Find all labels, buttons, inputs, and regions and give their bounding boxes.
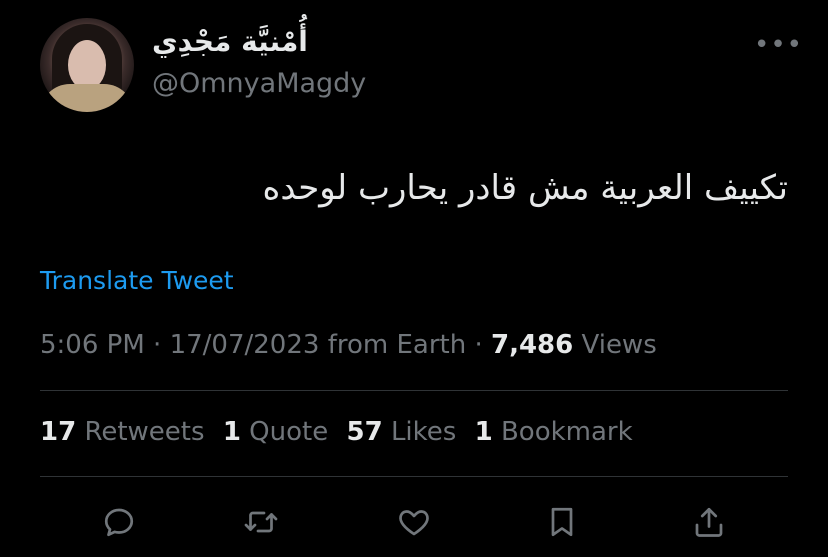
- share-icon: [695, 507, 723, 537]
- tweet-source: from Earth: [327, 330, 467, 360]
- bookmarks-count: 1: [474, 417, 493, 447]
- tweet-time[interactable]: 5:06 PM: [40, 330, 145, 360]
- like-button[interactable]: [392, 500, 436, 544]
- retweet-button[interactable]: [239, 500, 283, 544]
- quotes-label: Quote: [249, 417, 329, 447]
- divider: [40, 390, 788, 391]
- user-handle[interactable]: @OmnyaMagdy: [152, 70, 366, 97]
- quotes-count: 1: [222, 417, 241, 447]
- avatar-face: [68, 40, 106, 90]
- reply-button[interactable]: [97, 500, 141, 544]
- bookmarks-stat[interactable]: 1 Bookmark: [475, 417, 633, 447]
- bookmark-button[interactable]: [540, 500, 584, 544]
- avatar[interactable]: [40, 18, 134, 112]
- tweet-stats: 17 Retweets 1 Quote 57 Likes 1 Bookmark: [40, 419, 643, 445]
- action-bar: [0, 500, 828, 544]
- translate-tweet-link[interactable]: Translate Tweet: [40, 268, 234, 293]
- separator-dot: ·: [474, 330, 491, 360]
- reply-icon: [104, 508, 134, 537]
- quotes-stat[interactable]: 1 Quote: [223, 417, 328, 447]
- views-count: 7,486: [490, 330, 574, 360]
- likes-stat[interactable]: 57 Likes: [346, 417, 456, 447]
- retweets-count: 17: [40, 417, 77, 447]
- separator-dot: ·: [153, 330, 170, 360]
- views-label: Views: [581, 330, 657, 360]
- share-button[interactable]: [687, 500, 731, 544]
- divider: [40, 476, 788, 477]
- retweets-stat[interactable]: 17 Retweets: [40, 417, 205, 447]
- bookmarks-label: Bookmark: [500, 417, 633, 447]
- retweet-icon: [244, 511, 278, 533]
- tweet-text: تكييف العربية مش قادر يحارب لوحده: [262, 168, 788, 208]
- bookmark-icon: [551, 507, 573, 537]
- display-name[interactable]: أُمْنيَّة مَجْدِي: [152, 28, 308, 56]
- likes-label: Likes: [390, 417, 457, 447]
- more-options-icon[interactable]: •••: [754, 32, 803, 58]
- likes-count: 57: [346, 417, 383, 447]
- like-icon: [399, 510, 429, 536]
- retweets-label: Retweets: [84, 417, 205, 447]
- tweet-meta: 5:06 PM · 17/07/2023 from Earth · 7,486 …: [40, 332, 657, 358]
- avatar-coat: [40, 84, 134, 112]
- tweet-date[interactable]: 17/07/2023: [170, 330, 320, 360]
